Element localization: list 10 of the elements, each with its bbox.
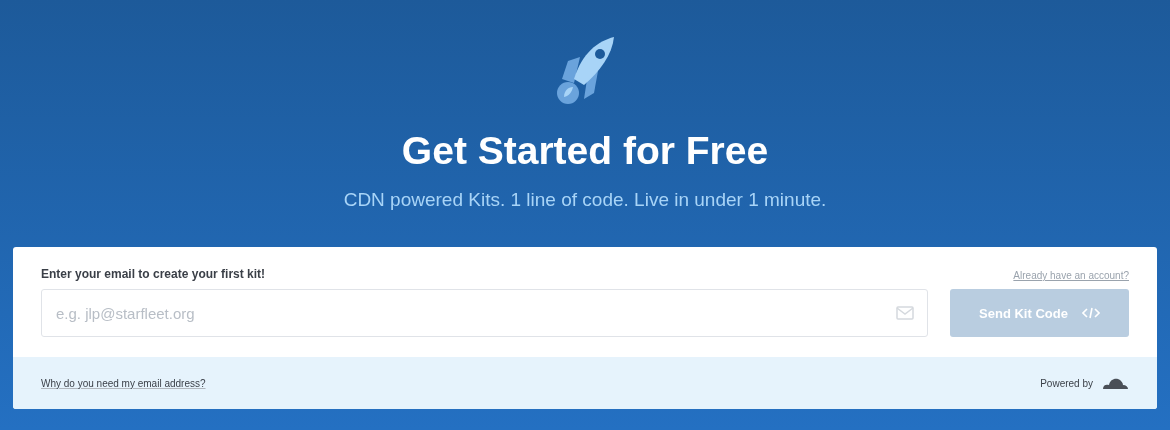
- code-icon: [1081, 307, 1100, 320]
- envelope-icon: [896, 306, 914, 321]
- page-subtitle: CDN powered Kits. 1 line of code. Live in under 1 minute.: [343, 187, 827, 212]
- cloud-icon: [1101, 376, 1129, 391]
- account-link[interactable]: Already have an account?: [1013, 268, 1129, 284]
- field-label: Enter your email to create your first kit!: [41, 266, 266, 284]
- email-field[interactable]: e.g. jlp@starfleet.org: [41, 289, 928, 338]
- page-title: Get Started for Free: [401, 128, 769, 174]
- help-link[interactable]: Why do you need my email address?: [41, 375, 206, 391]
- powered-by-text: Powered by: [1040, 376, 1093, 391]
